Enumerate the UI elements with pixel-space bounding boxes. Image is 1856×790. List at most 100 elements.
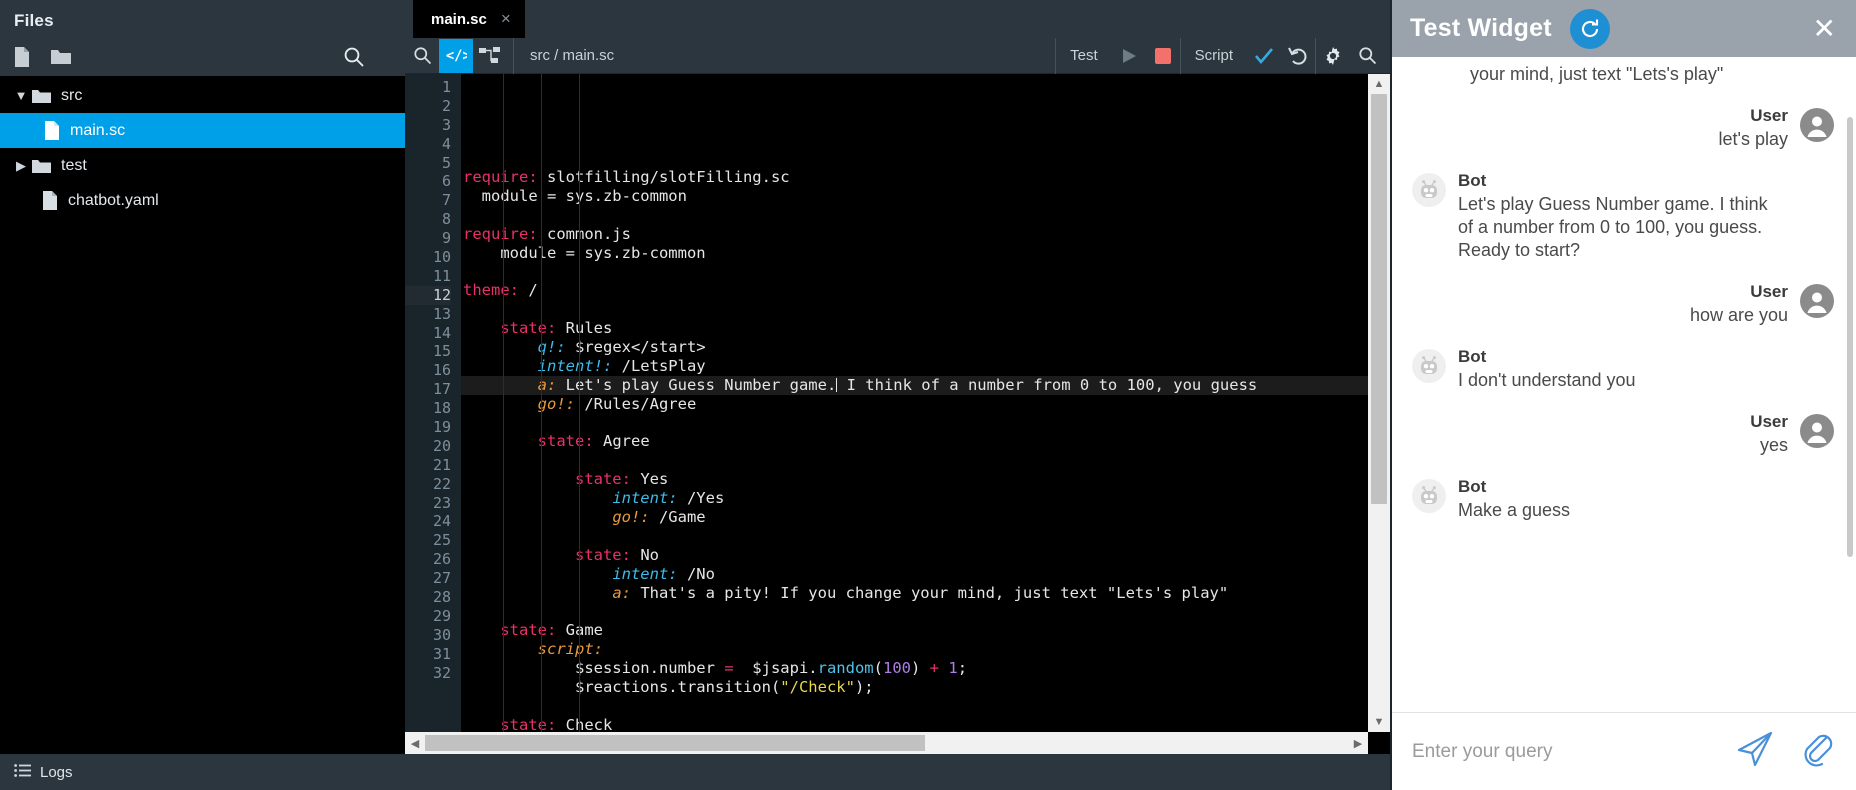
message-sender: User	[1719, 106, 1788, 126]
code-line[interactable]: intent!: /LetsPlay	[461, 357, 1368, 376]
code-line[interactable]: a: Let's play Guess Number game. I think…	[461, 376, 1368, 395]
code-line[interactable]	[461, 414, 1368, 433]
tree-item-src[interactable]: ▼ src	[0, 78, 405, 113]
scroll-left-icon[interactable]: ◀	[405, 732, 425, 754]
code-line[interactable]	[461, 527, 1368, 546]
tab-main-sc[interactable]: main.sc ×	[413, 0, 525, 38]
code-token: $jsapi.	[734, 659, 818, 677]
test-label: Test	[1056, 47, 1112, 64]
editor-horizontal-scrollbar[interactable]: ◀ ▶	[405, 732, 1390, 754]
graph-view-icon[interactable]	[473, 39, 507, 73]
code-line[interactable]: go!: /Rules/Agree	[461, 395, 1368, 414]
code-line[interactable]: state: Agree	[461, 432, 1368, 451]
code-line[interactable]	[461, 697, 1368, 716]
line-number: 10	[405, 248, 451, 267]
chat-scroll-thumb[interactable]	[1847, 117, 1853, 557]
code-line[interactable]	[461, 451, 1368, 470]
line-number: 25	[405, 531, 451, 550]
undo-icon[interactable]	[1281, 39, 1315, 73]
stop-icon[interactable]	[1146, 39, 1180, 73]
line-number: 24	[405, 512, 451, 531]
code-token: 100	[883, 659, 911, 677]
code-token	[463, 584, 612, 602]
search-icon[interactable]	[405, 39, 439, 73]
scroll-up-icon[interactable]: ▲	[1368, 74, 1390, 94]
line-number: 6	[405, 172, 451, 191]
tree-item-chatbot-yaml[interactable]: chatbot.yaml	[0, 183, 405, 218]
line-number: 2	[405, 97, 451, 116]
send-icon[interactable]	[1736, 731, 1774, 772]
new-folder-icon[interactable]	[50, 47, 72, 72]
horizontal-scroll-thumb[interactable]	[425, 735, 925, 751]
logs-bar[interactable]: Logs	[0, 754, 405, 790]
code-line[interactable]: state: Game	[461, 621, 1368, 640]
code-line[interactable]: intent: /No	[461, 565, 1368, 584]
code-token: a:	[612, 584, 631, 602]
code-line[interactable]: $session.number = $jsapi.random(100) + 1…	[461, 659, 1368, 678]
code-token: I think of a number from 0 to 100, you g…	[837, 376, 1257, 394]
search-icon[interactable]	[1350, 39, 1384, 73]
line-number: 19	[405, 418, 451, 437]
close-icon[interactable]: ×	[501, 9, 511, 29]
code-line[interactable]: theme: /	[461, 281, 1368, 300]
paperclip-icon[interactable]	[1800, 731, 1834, 772]
code-line[interactable]: module = sys.zb-common	[461, 187, 1368, 206]
search-icon[interactable]	[343, 46, 365, 73]
chat-input[interactable]	[1412, 741, 1726, 763]
vertical-scroll-thumb[interactable]	[1371, 94, 1387, 504]
check-icon[interactable]	[1247, 39, 1281, 73]
code-token: theme:	[463, 281, 519, 299]
refresh-icon[interactable]	[1570, 9, 1610, 49]
new-file-icon[interactable]	[12, 46, 32, 73]
code-token: ;	[958, 659, 967, 677]
bot-avatar-icon	[1412, 479, 1446, 513]
code-token	[463, 338, 538, 356]
code-line[interactable]	[461, 206, 1368, 225]
code-token: +	[930, 659, 939, 677]
scroll-down-icon[interactable]: ▼	[1368, 712, 1390, 732]
tree-item-label: chatbot.yaml	[68, 192, 159, 210]
code-line[interactable]: q!: $regex</start>	[461, 338, 1368, 357]
code-line[interactable]: state: Yes	[461, 470, 1368, 489]
message-text: let's play	[1719, 128, 1788, 151]
code-view-icon[interactable]: </>	[439, 39, 473, 73]
close-icon[interactable]: ✕	[1813, 15, 1836, 43]
code-line[interactable]: require: slotfilling/slotFilling.sc	[461, 168, 1368, 187]
code-line[interactable]: state: Rules	[461, 319, 1368, 338]
code-line[interactable]: state: Check	[461, 716, 1368, 732]
editor-panel: main.sc × </> src / main.sc	[405, 0, 1390, 790]
code-line[interactable]: module = sys.zb-common	[461, 244, 1368, 263]
message-bubble: BotI don't understand you	[1458, 347, 1636, 392]
chat-messages[interactable]: your mind, just text "Lets's play" Userle…	[1390, 57, 1856, 712]
code-token: go!:	[538, 395, 575, 413]
code-token: );	[855, 678, 874, 696]
code-line[interactable]	[461, 262, 1368, 281]
code-line[interactable]	[461, 300, 1368, 319]
code-content[interactable]: require: slotfilling/slotFilling.sc modu…	[461, 74, 1368, 732]
code-line[interactable]	[461, 602, 1368, 621]
code-token: Yes	[631, 470, 668, 488]
tree-item-test[interactable]: ▶ test	[0, 148, 405, 183]
tree-item-main-sc[interactable]: main.sc	[0, 113, 405, 148]
message-bubble: Userhow are you	[1690, 282, 1788, 327]
code-line[interactable]: intent: /Yes	[461, 489, 1368, 508]
editor-vertical-scrollbar[interactable]: ▲ ▼	[1368, 74, 1390, 732]
gear-icon[interactable]	[1316, 39, 1350, 73]
line-number: 9	[405, 229, 451, 248]
message-text: how are you	[1690, 304, 1788, 327]
code-line[interactable]: require: common.js	[461, 225, 1368, 244]
bot-message: your mind, just text "Lets's play"	[1412, 63, 1834, 86]
code-line[interactable]: state: No	[461, 546, 1368, 565]
code-line[interactable]: $reactions.transition("/Check");	[461, 678, 1368, 697]
files-panel-title: Files	[0, 0, 405, 42]
code-token	[463, 357, 538, 375]
code-line[interactable]: go!: /Game	[461, 508, 1368, 527]
line-number: 23	[405, 494, 451, 513]
code-token: /	[519, 281, 538, 299]
run-icon[interactable]	[1112, 39, 1146, 73]
scroll-right-icon[interactable]: ▶	[1348, 732, 1368, 754]
message-sender: Bot	[1458, 347, 1636, 367]
code-line[interactable]: a: That's a pity! If you change your min…	[461, 584, 1368, 603]
code-token	[463, 395, 538, 413]
code-line[interactable]: script:	[461, 640, 1368, 659]
